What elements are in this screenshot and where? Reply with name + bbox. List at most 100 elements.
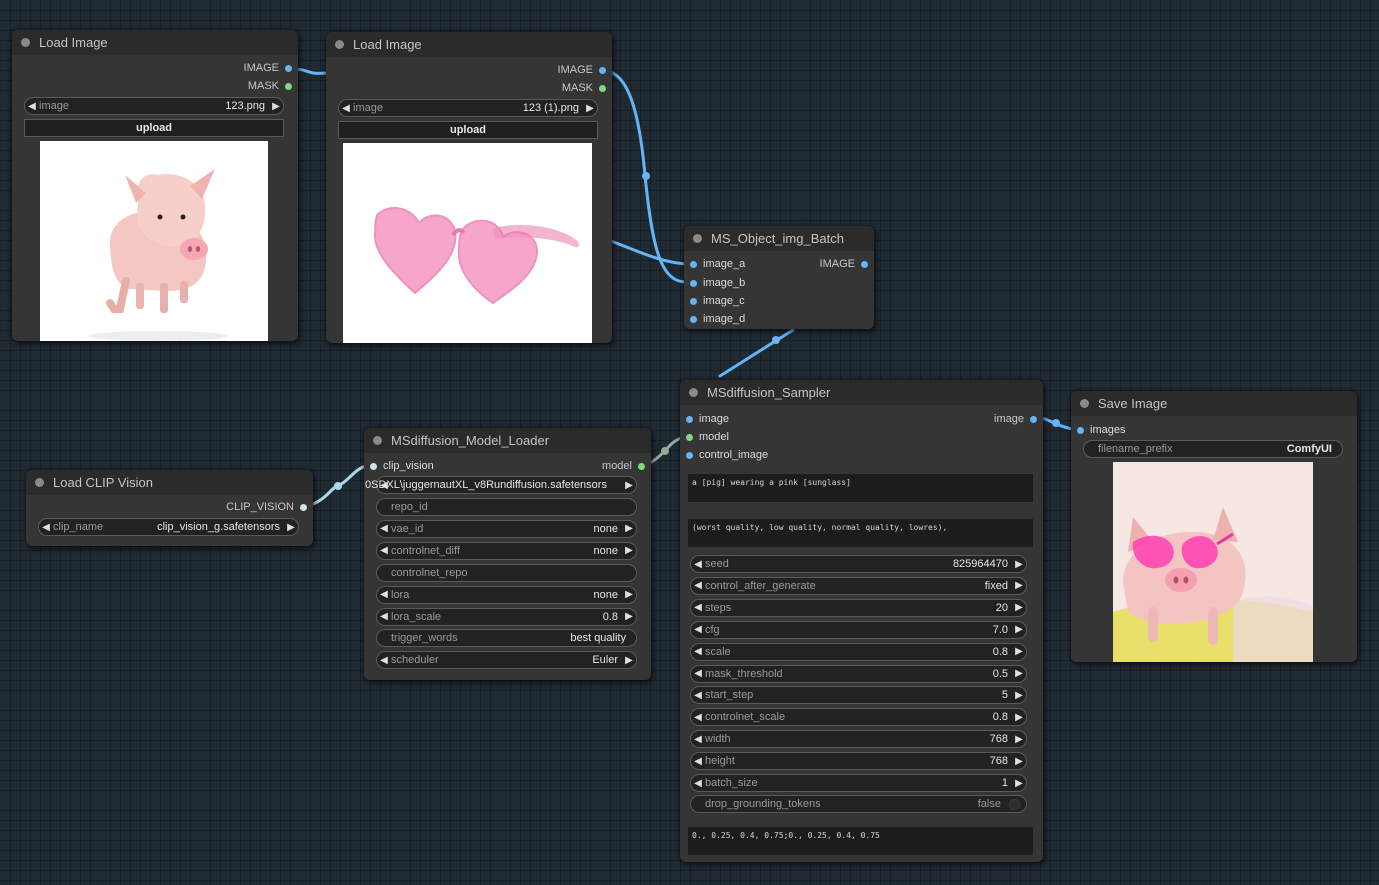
arrow-right-icon[interactable]: ▶ [1012,580,1026,591]
arrow-left-icon[interactable]: ◀ [25,101,39,112]
input-image[interactable]: image [686,413,729,425]
arrow-left-icon[interactable]: ◀ [691,712,705,723]
arrow-right-icon[interactable]: ▶ [622,655,636,666]
arrow-left-icon[interactable]: ◀ [691,646,705,657]
output-slot-icon[interactable] [1030,415,1037,423]
arrow-left-icon[interactable]: ◀ [691,778,705,789]
output-slot-icon[interactable] [638,462,645,470]
output-image[interactable]: IMAGE [244,62,292,74]
input-slot-icon[interactable] [690,279,697,287]
output-slot-icon[interactable] [861,260,868,268]
arrow-right-icon[interactable]: ▶ [622,589,636,600]
input-images[interactable]: images [1077,424,1125,436]
input-control-image[interactable]: control_image [686,449,768,461]
input-slot-icon[interactable] [370,462,377,470]
collapse-dot-icon[interactable] [21,38,30,47]
upload-button[interactable]: upload [338,121,598,139]
arrow-right-icon[interactable]: ▶ [1012,690,1026,701]
arrow-left-icon[interactable]: ◀ [691,580,705,591]
ms-object-img-batch-node[interactable]: MS_Object_img_Batch image_a image_b imag… [684,226,874,329]
arrow-left-icon[interactable]: ◀ [339,103,353,114]
link-midpoint[interactable] [1052,419,1060,427]
arrow-left-icon[interactable]: ◀ [377,589,391,600]
collapse-dot-icon[interactable] [693,234,702,243]
input-image-d[interactable]: image_d [690,313,745,325]
arrow-left-icon[interactable]: ◀ [691,690,705,701]
link-midpoint[interactable] [772,336,780,344]
cfg-combo[interactable]: ◀ cfg 7.0 ▶ [690,620,1027,639]
width-combo[interactable]: ◀ width 768 ▶ [690,730,1027,749]
collapse-dot-icon[interactable] [35,478,44,487]
arrow-left-icon[interactable]: ◀ [691,668,705,679]
arrow-right-icon[interactable]: ▶ [1012,602,1026,613]
arrow-left-icon[interactable]: ◀ [691,559,705,570]
repo-id-input[interactable]: repo_id [376,498,637,516]
output-image[interactable]: image [994,413,1037,425]
lora-combo[interactable]: ◀ lora none ▶ [376,585,637,604]
boxes-textarea[interactable]: 0., 0.25, 0.4, 0.75;0., 0.25, 0.4, 0.75 [688,827,1033,855]
arrow-right-icon[interactable]: ▶ [622,480,636,491]
control-after-generate-combo[interactable]: ◀ control_after_generate fixed ▶ [690,576,1027,595]
arrow-right-icon[interactable]: ▶ [622,545,636,556]
controlnet-diff-combo[interactable]: ◀ controlnet_diff none ▶ [376,541,637,560]
save-image-node[interactable]: Save Image images filename_prefix ComfyU… [1071,391,1357,662]
arrow-left-icon[interactable]: ◀ [377,611,391,622]
filename-prefix-input[interactable]: filename_prefix ComfyUI [1083,440,1343,458]
input-image-b[interactable]: image_b [690,277,745,289]
node-title-bar[interactable]: MSdiffusion_Sampler [680,380,1043,405]
drop-grounding-tokens-toggle[interactable]: drop_grounding_tokens false [690,795,1027,813]
negative-prompt-textarea[interactable]: (worst quality, low quality, normal qual… [688,519,1033,547]
arrow-left-icon[interactable]: ◀ [691,756,705,767]
collapse-dot-icon[interactable] [689,388,698,397]
node-title-bar[interactable]: Load Image [12,30,298,55]
arrow-left-icon[interactable]: ◀ [691,624,705,635]
upload-button[interactable]: upload [24,119,284,137]
arrow-right-icon[interactable]: ▶ [1012,756,1026,767]
controlnet-scale-combo[interactable]: ◀ controlnet_scale 0.8 ▶ [690,708,1027,727]
input-image-c[interactable]: image_c [690,295,745,307]
msdiffusion-model-loader-node[interactable]: MSdiffusion_Model_Loader clip_vision mod… [364,428,651,680]
link-midpoint[interactable] [642,172,650,180]
collapse-dot-icon[interactable] [1080,399,1089,408]
arrow-right-icon[interactable]: ▶ [269,101,283,112]
node-title-bar[interactable]: Save Image [1071,391,1357,416]
output-image[interactable]: IMAGE [820,258,868,270]
output-slot-icon[interactable] [300,503,307,511]
image-combo[interactable]: ◀ image 123 (1).png ▶ [338,99,598,117]
input-slot-icon[interactable] [690,315,697,323]
collapse-dot-icon[interactable] [373,436,382,445]
arrow-right-icon[interactable]: ▶ [1012,712,1026,723]
arrow-left-icon[interactable]: ◀ [377,545,391,556]
lora-scale-combo[interactable]: ◀ lora_scale 0.8 ▶ [376,607,637,626]
collapse-dot-icon[interactable] [335,40,344,49]
clip-name-combo[interactable]: ◀ clip_name clip_vision_g.safetensors ▶ [38,518,299,536]
output-slot-icon[interactable] [599,84,606,92]
input-slot-icon[interactable] [690,260,697,268]
arrow-right-icon[interactable]: ▶ [1012,559,1026,570]
msdiffusion-sampler-node[interactable]: MSdiffusion_Sampler image model control_… [680,380,1043,862]
input-slot-icon[interactable] [690,297,697,305]
node-title-bar[interactable]: Load CLIP Vision [26,470,313,495]
start-step-combo[interactable]: ◀ start_step 5 ▶ [690,686,1027,705]
scheduler-combo[interactable]: ◀ scheduler Euler ▶ [376,651,637,670]
arrow-right-icon[interactable]: ▶ [583,103,597,114]
input-slot-icon[interactable] [686,451,693,459]
load-clip-vision-node[interactable]: Load CLIP Vision CLIP_VISION ◀ clip_name… [26,470,313,546]
input-slot-icon[interactable] [686,415,693,423]
arrow-right-icon[interactable]: ▶ [1012,646,1026,657]
vae-id-combo[interactable]: ◀ vae_id none ▶ [376,519,637,538]
input-model[interactable]: model [686,431,729,443]
batch-size-combo[interactable]: ◀ batch_size 1 ▶ [690,774,1027,792]
image-combo[interactable]: ◀ image 123.png ▶ [24,97,284,115]
output-mask[interactable]: MASK [562,82,606,94]
arrow-left-icon[interactable]: ◀ [39,522,53,533]
arrow-left-icon[interactable]: ◀ [377,655,391,666]
input-slot-icon[interactable] [1077,426,1084,434]
toggle-knob-icon[interactable] [1009,798,1020,810]
output-image[interactable]: IMAGE [558,64,606,76]
output-slot-icon[interactable] [285,82,292,90]
controlnet-repo-input[interactable]: controlnet_repo [376,563,637,582]
link-midpoint[interactable] [661,447,669,455]
scale-combo[interactable]: ◀ scale 0.8 ▶ [690,642,1027,661]
node-title-bar[interactable]: MSdiffusion_Model_Loader [364,428,651,453]
